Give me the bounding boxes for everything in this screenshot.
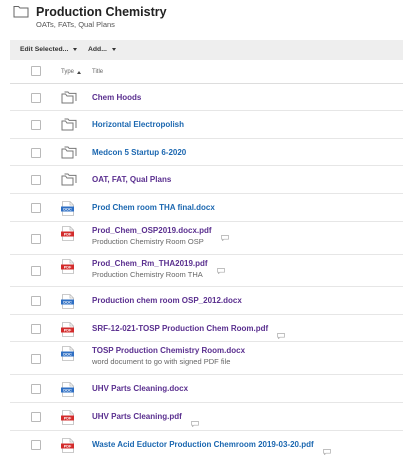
item-title-link[interactable]: Prod_Chem_OSP2019.docx.pdf bbox=[92, 226, 212, 235]
svg-text:DOC: DOC bbox=[63, 389, 72, 393]
svg-text:DOC: DOC bbox=[63, 301, 72, 305]
item-description: Production Chemistry Room OSP bbox=[92, 237, 204, 246]
row-checkbox[interactable] bbox=[31, 175, 41, 185]
pdf-icon: PDF bbox=[61, 259, 74, 279]
svg-text:DOC: DOC bbox=[63, 208, 72, 212]
comment-icon[interactable] bbox=[217, 261, 225, 275]
comment-icon[interactable] bbox=[277, 326, 285, 340]
list-item: OAT, FAT, Qual Plans bbox=[10, 166, 403, 194]
folder-icon bbox=[13, 6, 29, 18]
item-title-link[interactable]: OAT, FAT, Qual Plans bbox=[92, 175, 171, 184]
item-description: Production Chemistry Room THA bbox=[92, 270, 203, 279]
comment-icon[interactable] bbox=[191, 414, 199, 428]
type-column-header[interactable]: Type bbox=[61, 69, 82, 75]
docx-icon: DOC bbox=[61, 294, 74, 314]
svg-text:PDF: PDF bbox=[64, 329, 72, 333]
svg-text:PDF: PDF bbox=[64, 266, 72, 270]
item-title-link[interactable]: Production chem room OSP_2012.docx bbox=[92, 296, 242, 305]
svg-text:PDF: PDF bbox=[64, 233, 72, 237]
row-checkbox[interactable] bbox=[31, 234, 41, 244]
item-title-link[interactable]: UHV Parts Cleaning.pdf bbox=[92, 412, 182, 421]
list-item: DOC Prod Chem room THA final.docx bbox=[10, 194, 403, 222]
column-header: Type Title bbox=[10, 60, 403, 84]
type-column-label: Type bbox=[61, 69, 75, 75]
list-item: Medcon 5 Startup 6-2020 bbox=[10, 139, 403, 166]
folder-icon bbox=[61, 146, 77, 164]
svg-text:DOC: DOC bbox=[63, 353, 72, 357]
pdf-icon: PDF bbox=[61, 322, 74, 342]
item-title-link[interactable]: SRF-12-021-TOSP Production Chem Room.pdf bbox=[92, 324, 268, 333]
item-description: word document to go with signed PDF file bbox=[92, 357, 231, 366]
add-button[interactable]: Add... bbox=[88, 46, 116, 53]
edit-selected-button[interactable]: Edit Selected... bbox=[20, 46, 78, 53]
pdf-icon: PDF bbox=[61, 438, 74, 456]
row-checkbox[interactable] bbox=[31, 354, 41, 364]
svg-text:PDF: PDF bbox=[64, 445, 72, 449]
row-checkbox[interactable] bbox=[31, 120, 41, 130]
item-title-link[interactable]: Prod_Chem_Rm_THA2019.pdf bbox=[92, 259, 208, 268]
list-item: Chem Hoods bbox=[10, 84, 403, 111]
row-checkbox[interactable] bbox=[31, 93, 41, 103]
row-checkbox[interactable] bbox=[31, 266, 41, 276]
row-checkbox[interactable] bbox=[31, 440, 41, 450]
folder-icon bbox=[61, 173, 77, 191]
pdf-icon: PDF bbox=[61, 226, 74, 246]
svg-text:PDF: PDF bbox=[64, 417, 72, 421]
comment-icon[interactable] bbox=[323, 442, 331, 456]
sort-ascending-icon bbox=[77, 70, 82, 74]
list-item: PDF UHV Parts Cleaning.pdf bbox=[10, 403, 403, 431]
row-checkbox[interactable] bbox=[31, 412, 41, 422]
list-item: DOC TOSP Production Chemistry Room.docx wo… bbox=[10, 342, 403, 375]
item-title-link[interactable]: Chem Hoods bbox=[92, 93, 141, 102]
list-item: PDF SRF-12-021-TOSP Production Chem Room.… bbox=[10, 315, 403, 342]
list-item: PDF Prod_Chem_OSP2019.docx.pdf Production … bbox=[10, 222, 403, 255]
docx-icon: DOC bbox=[61, 382, 74, 402]
chevron-down-icon bbox=[111, 48, 116, 51]
item-title-link[interactable]: Prod Chem room THA final.docx bbox=[92, 203, 215, 212]
item-title-link[interactable]: Horizontal Electropolish bbox=[92, 120, 184, 129]
row-checkbox[interactable] bbox=[31, 324, 41, 334]
list-item: Horizontal Electropolish bbox=[10, 111, 403, 139]
row-checkbox[interactable] bbox=[31, 148, 41, 158]
item-title-link[interactable]: UHV Parts Cleaning.docx bbox=[92, 384, 188, 393]
page-header: Production Chemistry OATs, FATs, Qual Pl… bbox=[0, 0, 403, 38]
page-title: Production Chemistry bbox=[36, 5, 167, 19]
title-column-header[interactable]: Title bbox=[92, 69, 103, 75]
toolbar: Edit Selected... Add... bbox=[10, 40, 403, 60]
row-checkbox[interactable] bbox=[31, 296, 41, 306]
folder-icon bbox=[61, 118, 77, 136]
row-checkbox[interactable] bbox=[31, 203, 41, 213]
chevron-down-icon bbox=[73, 48, 78, 51]
item-title-link[interactable]: TOSP Production Chemistry Room.docx bbox=[92, 346, 245, 355]
docx-icon: DOC bbox=[61, 201, 74, 221]
list-item: DOC UHV Parts Cleaning.docx bbox=[10, 375, 403, 403]
list-item: PDF Prod_Chem_Rm_THA2019.pdf Production Ch… bbox=[10, 255, 403, 287]
item-title-link[interactable]: Medcon 5 Startup 6-2020 bbox=[92, 148, 186, 157]
docx-icon: DOC bbox=[61, 346, 74, 366]
row-checkbox[interactable] bbox=[31, 384, 41, 394]
list-item: PDF Waste Acid Eductor Production Chemroo… bbox=[10, 431, 403, 456]
comment-icon[interactable] bbox=[221, 228, 229, 242]
folder-icon bbox=[61, 91, 77, 109]
select-all-checkbox[interactable] bbox=[31, 66, 41, 76]
page-subtitle: OATs, FATs, Qual Plans bbox=[36, 20, 115, 29]
item-title-link[interactable]: Waste Acid Eductor Production Chemroom 2… bbox=[92, 440, 314, 449]
pdf-icon: PDF bbox=[61, 410, 74, 430]
list-item: DOC Production chem room OSP_2012.docx bbox=[10, 287, 403, 315]
add-label: Add... bbox=[88, 46, 107, 53]
edit-selected-label: Edit Selected... bbox=[20, 46, 69, 53]
